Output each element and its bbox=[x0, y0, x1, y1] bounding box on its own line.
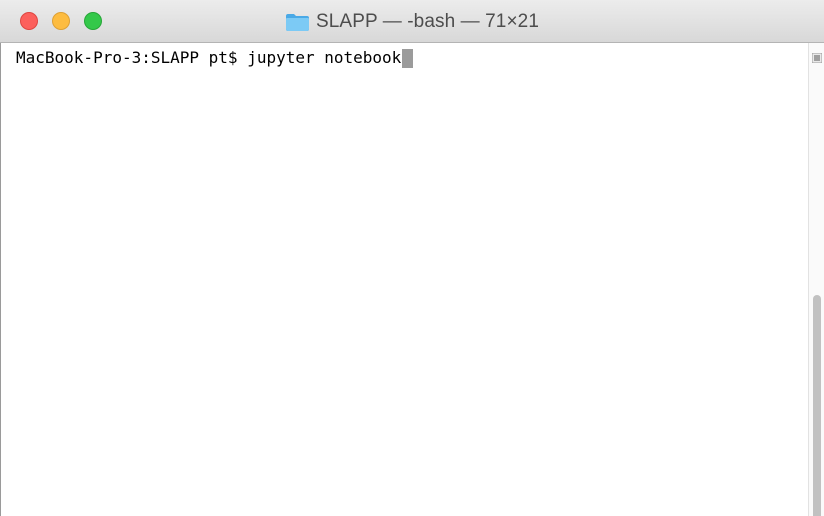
window-title: SLAPP — -bash — 71×21 bbox=[0, 0, 824, 43]
zoom-button[interactable] bbox=[84, 12, 102, 30]
title-bar[interactable]: SLAPP — -bash — 71×21 bbox=[0, 0, 824, 43]
command-line: MacBook-Pro-3:SLAPP pt$ jupyter notebook bbox=[16, 48, 414, 68]
terminal-window: SLAPP — -bash — 71×21 MacBook-Pro-3:SLAP… bbox=[0, 0, 824, 516]
terminal-content[interactable]: MacBook-Pro-3:SLAPP pt$ jupyter notebook bbox=[0, 43, 808, 516]
lines-icon bbox=[812, 53, 822, 63]
command-text: jupyter notebook bbox=[247, 48, 402, 67]
minimize-button[interactable] bbox=[52, 12, 70, 30]
folder-icon bbox=[285, 14, 309, 31]
close-button[interactable] bbox=[20, 12, 38, 30]
vertical-scrollbar[interactable] bbox=[808, 43, 824, 516]
text-cursor bbox=[402, 48, 414, 68]
shell-prompt: MacBook-Pro-3:SLAPP pt$ bbox=[16, 48, 248, 67]
scrollbar-thumb[interactable] bbox=[813, 295, 821, 516]
window-title-text: SLAPP — -bash — 71×21 bbox=[315, 10, 540, 32]
